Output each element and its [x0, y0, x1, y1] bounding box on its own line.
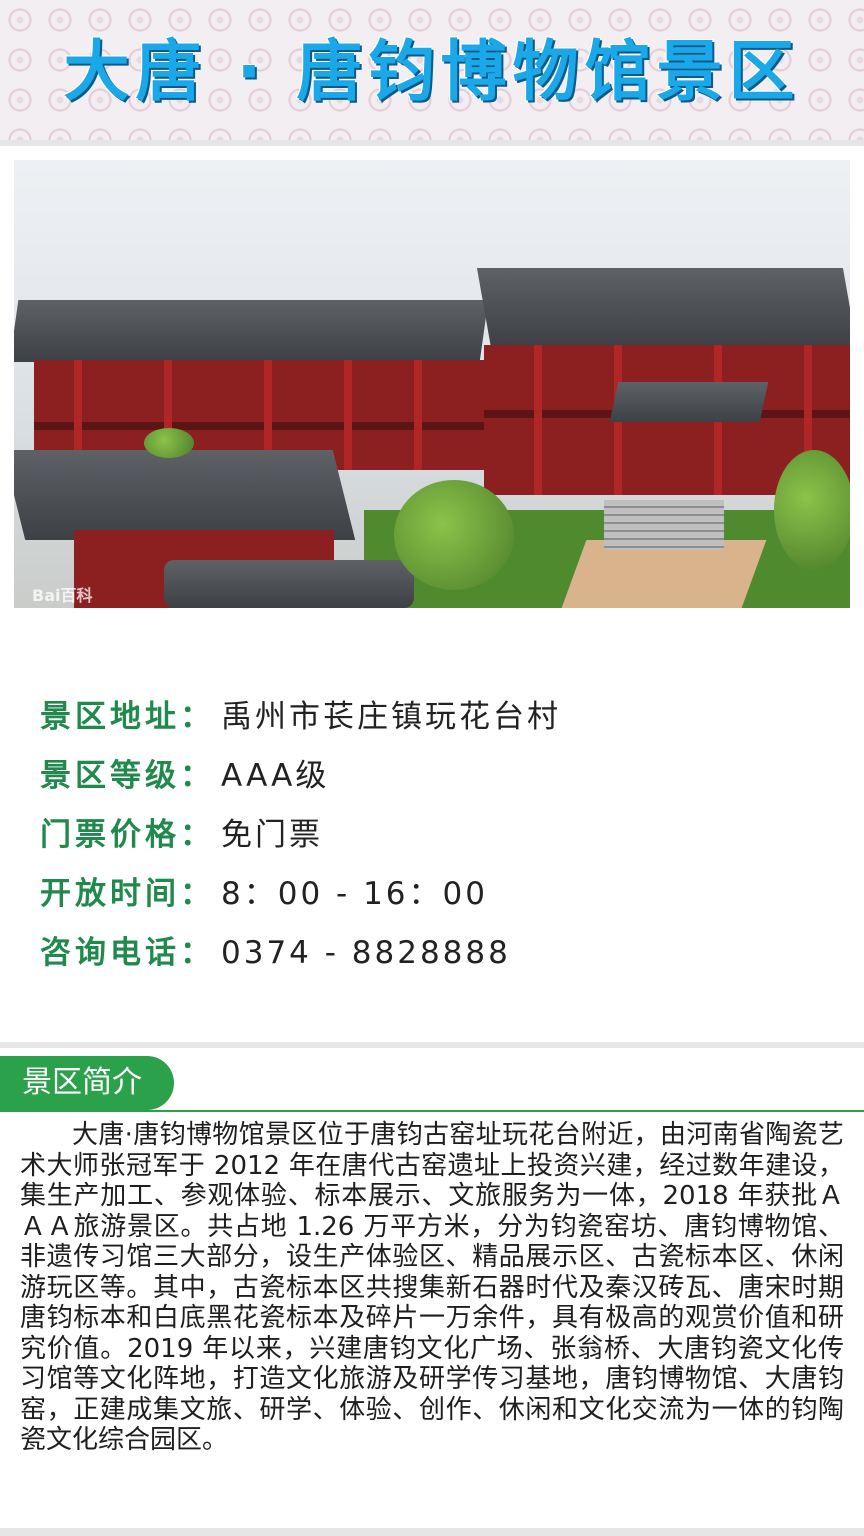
tree — [144, 428, 194, 458]
info-label: 景区地址 — [40, 699, 180, 735]
info-label: 景区等级 — [40, 758, 180, 794]
intro-heading: 景区简介 — [0, 1056, 174, 1110]
porch-roof — [609, 382, 769, 422]
divider — [0, 1528, 864, 1536]
info-panel: 景区地址 ： 禹州市苌庄镇玩花台村 景区等级 ： AAA级 门票价格 ： 免门票… — [40, 688, 840, 983]
info-separator: ： — [180, 699, 211, 735]
stairs — [604, 500, 724, 550]
info-row-level: 景区等级 ： AAA级 — [40, 747, 840, 806]
watermark: Bai百科 — [32, 586, 93, 605]
info-label: 咨询电话 — [40, 935, 180, 971]
phone-number[interactable]: 0374 - 8828888 — [221, 924, 511, 983]
pillar — [534, 345, 542, 495]
info-row-ticket: 门票价格 ： 免门票 — [40, 806, 840, 865]
pillar — [344, 360, 352, 470]
tree — [394, 480, 514, 590]
info-value: 8：00 - 16：00 — [221, 876, 488, 912]
intro-heading-underline — [0, 1110, 864, 1112]
info-value: 免门票 — [221, 817, 323, 853]
walkway — [561, 540, 767, 608]
roof — [476, 268, 850, 348]
info-separator: ： — [180, 817, 211, 853]
roof — [14, 300, 489, 362]
divider — [0, 1042, 864, 1048]
intro-body: 大唐·唐钧博物馆景区位于唐钧古窑址玩花台附近，由河南省陶瓷艺术大师张冠军于 20… — [20, 1120, 844, 1455]
info-separator: ： — [180, 876, 211, 912]
info-row-phone: 咨询电话 ： 0374 - 8828888 — [40, 924, 840, 983]
page-title: 大唐 · 唐钧博物馆景区 — [63, 33, 801, 110]
info-label: 开放时间 — [40, 876, 180, 912]
info-value: 禹州市苌庄镇玩花台村 — [221, 699, 561, 735]
pavilion-roof — [14, 450, 356, 540]
scenic-photo: Bai百科 — [14, 160, 850, 608]
header-banner: 大唐 · 唐钧博物馆景区 — [0, 0, 864, 140]
info-separator: ： — [180, 758, 211, 794]
info-value: AAA级 — [221, 758, 330, 794]
info-separator: ： — [180, 935, 211, 971]
divider — [0, 140, 864, 146]
info-label: 门票价格 — [40, 817, 180, 853]
pillar — [414, 360, 422, 470]
info-row-hours: 开放时间 ： 8：00 - 16：00 — [40, 865, 840, 924]
foreground-roof — [164, 560, 414, 608]
info-row-address: 景区地址 ： 禹州市苌庄镇玩花台村 — [40, 688, 840, 747]
tree — [774, 450, 850, 570]
